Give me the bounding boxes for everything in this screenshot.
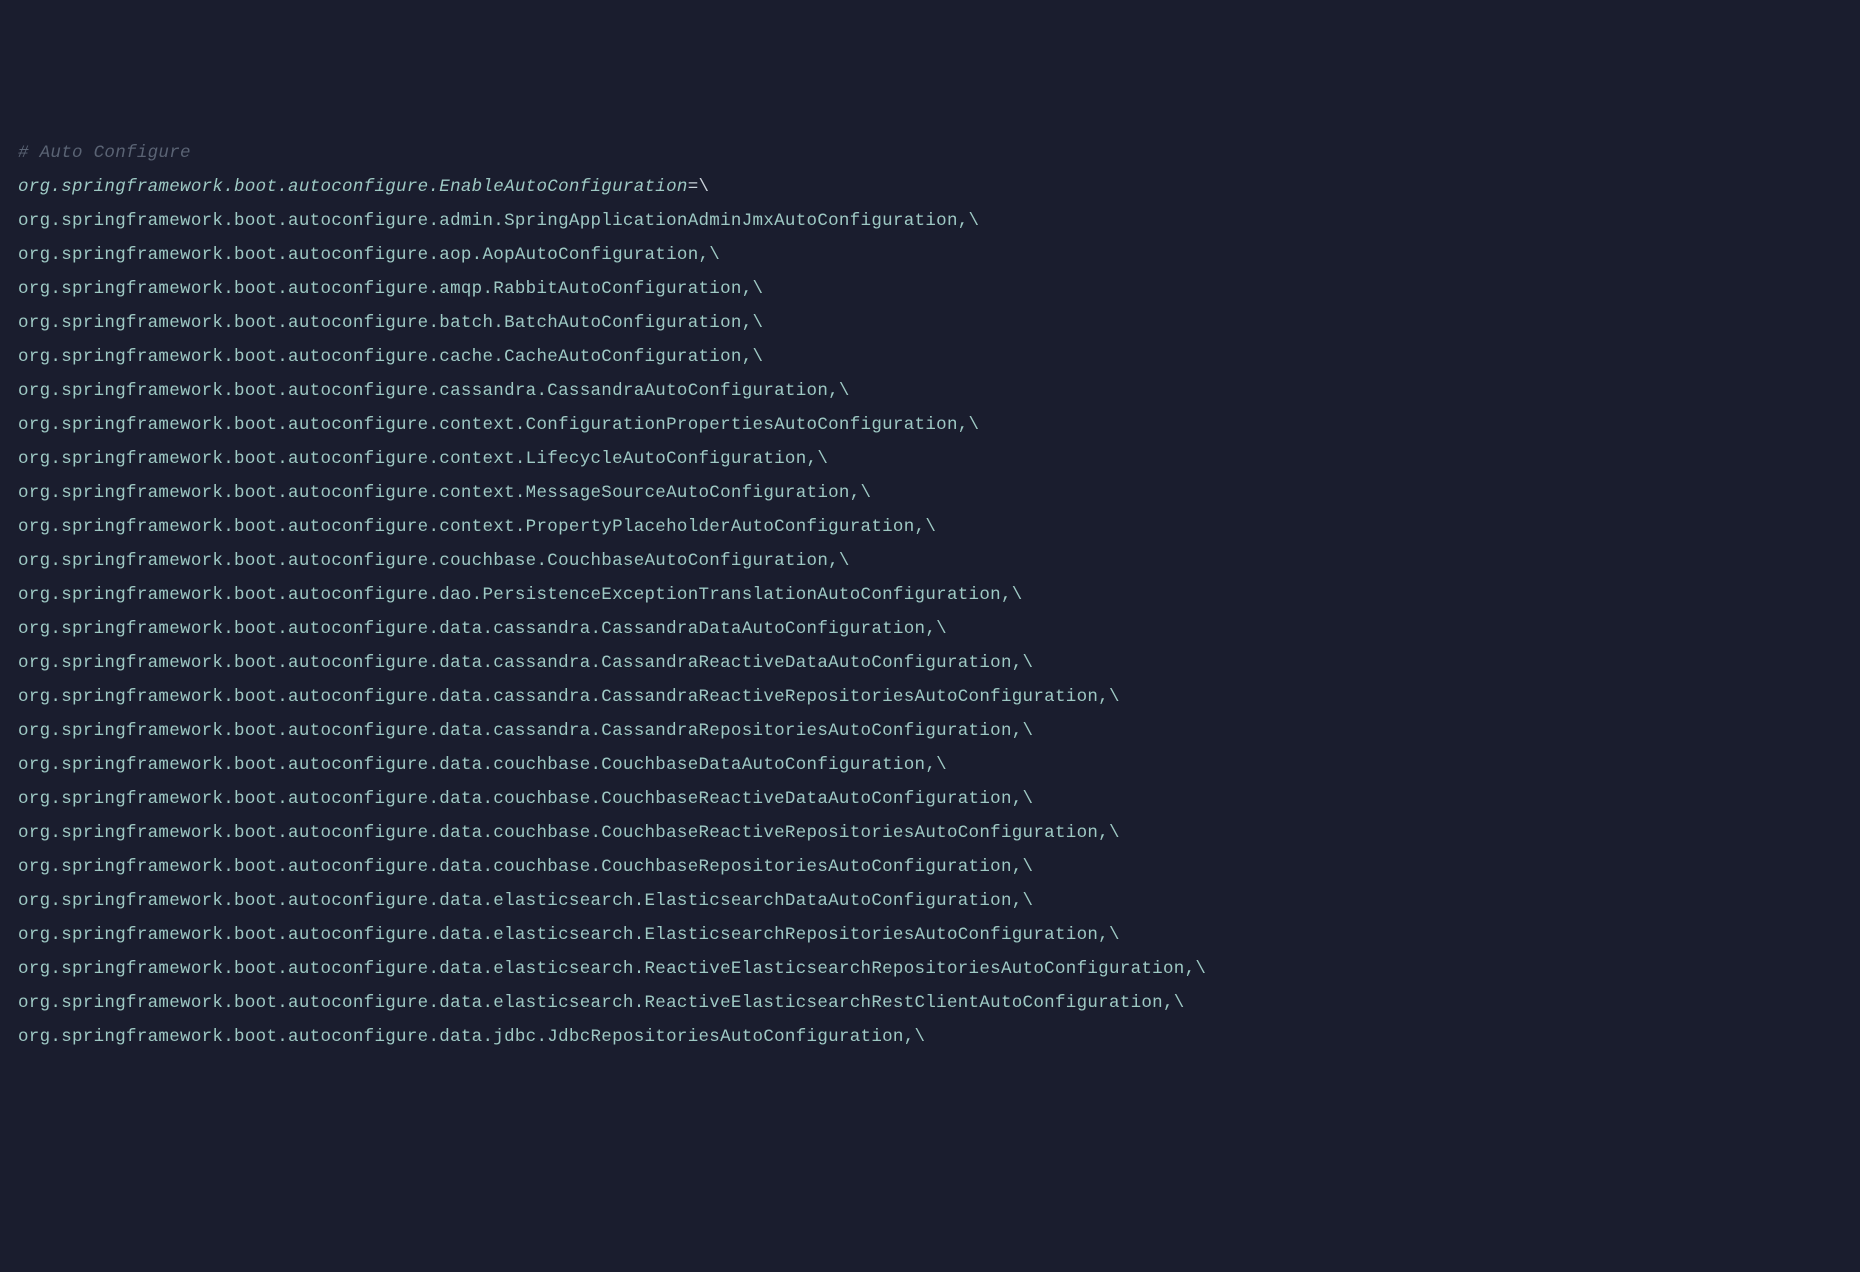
property-value-line: org.springframework.boot.autoconfigure.c… — [18, 476, 1842, 510]
property-value-line: org.springframework.boot.autoconfigure.d… — [18, 816, 1842, 850]
property-value-line: org.springframework.boot.autoconfigure.a… — [18, 272, 1842, 306]
property-value-line: org.springframework.boot.autoconfigure.d… — [18, 646, 1842, 680]
property-value-line: org.springframework.boot.autoconfigure.d… — [18, 578, 1842, 612]
property-value-line: org.springframework.boot.autoconfigure.d… — [18, 884, 1842, 918]
property-value-line: org.springframework.boot.autoconfigure.b… — [18, 306, 1842, 340]
property-value-line: org.springframework.boot.autoconfigure.d… — [18, 782, 1842, 816]
property-value-line: org.springframework.boot.autoconfigure.a… — [18, 238, 1842, 272]
property-key: org.springframework.boot.autoconfigure.E… — [18, 177, 688, 197]
code-editor-content[interactable]: # Auto Configure org.springframework.boot… — [18, 136, 1842, 1054]
property-value-line: org.springframework.boot.autoconfigure.c… — [18, 544, 1842, 578]
property-value-line: org.springframework.boot.autoconfigure.d… — [18, 612, 1842, 646]
property-value-line: org.springframework.boot.autoconfigure.a… — [18, 204, 1842, 238]
property-value-line: org.springframework.boot.autoconfigure.c… — [18, 374, 1842, 408]
property-value-line: org.springframework.boot.autoconfigure.c… — [18, 510, 1842, 544]
property-key-line: org.springframework.boot.autoconfigure.E… — [18, 170, 1842, 204]
equals-sign: =\ — [688, 177, 710, 197]
property-value-line: org.springframework.boot.autoconfigure.d… — [18, 748, 1842, 782]
code-comment: # Auto Configure — [18, 136, 1842, 170]
property-value-line: org.springframework.boot.autoconfigure.c… — [18, 408, 1842, 442]
property-value-line: org.springframework.boot.autoconfigure.d… — [18, 714, 1842, 748]
property-value-line: org.springframework.boot.autoconfigure.d… — [18, 986, 1842, 1020]
property-value-line: org.springframework.boot.autoconfigure.c… — [18, 340, 1842, 374]
property-value-line: org.springframework.boot.autoconfigure.d… — [18, 918, 1842, 952]
property-value-line: org.springframework.boot.autoconfigure.d… — [18, 952, 1842, 986]
property-value-line: org.springframework.boot.autoconfigure.d… — [18, 850, 1842, 884]
property-value-line: org.springframework.boot.autoconfigure.c… — [18, 442, 1842, 476]
property-value-line: org.springframework.boot.autoconfigure.d… — [18, 1020, 1842, 1054]
property-value-line: org.springframework.boot.autoconfigure.d… — [18, 680, 1842, 714]
